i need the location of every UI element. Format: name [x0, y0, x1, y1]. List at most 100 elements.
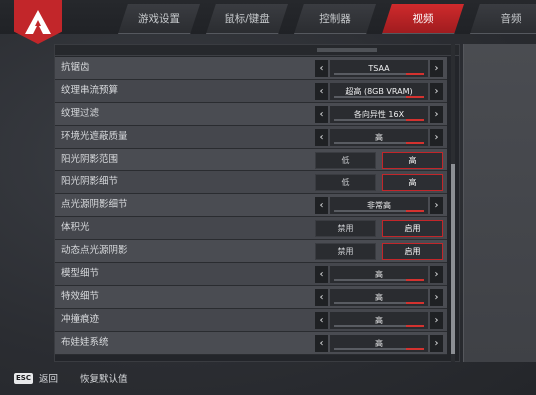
- setting-toggle: 禁用 启用: [315, 243, 443, 261]
- apex-logo-icon: [25, 10, 51, 34]
- setting-selector: ‹ 高 ›: [315, 128, 443, 146]
- setting-row: 动态点光源阴影 禁用 启用: [55, 240, 447, 264]
- tab-audio[interactable]: 音频: [470, 4, 536, 34]
- option-position-indicator: [406, 210, 424, 213]
- tab-mouse-keyboard[interactable]: 鼠标/键盘: [206, 4, 288, 34]
- scrollbar-thumb[interactable]: [451, 164, 455, 354]
- chevron-left-icon[interactable]: ‹: [315, 288, 328, 306]
- footer-bar: ESC 返回 恢复默认值: [14, 370, 128, 386]
- setting-selector: ‹ 非常高 ›: [315, 197, 443, 215]
- setting-selector: ‹ 高 ›: [315, 311, 443, 329]
- chevron-left-icon[interactable]: ‹: [315, 105, 328, 123]
- setting-row: 体积光 禁用 启用: [55, 217, 447, 241]
- setting-label: 点光源阴影细节: [61, 199, 128, 211]
- setting-selector: ‹ 高 ›: [315, 288, 443, 306]
- setting-row: 环境光遮蔽质量 ‹ 高 ›: [55, 125, 447, 149]
- setting-row: 纹理串流预算 ‹ 超高 (8GB VRAM) ›: [55, 79, 447, 103]
- video-settings-panel: 抗锯齿 ‹ TSAA › 纹理串流预算 ‹ 超高 (8GB VRAM) › 纹理过滤 ‹ 各向异性 …: [54, 44, 460, 362]
- chevron-right-icon[interactable]: ›: [430, 311, 443, 329]
- setting-selector: ‹ 超高 (8GB VRAM) ›: [315, 82, 443, 100]
- chevron-left-icon[interactable]: ‹: [315, 311, 328, 329]
- setting-label: 纹理过滤: [61, 107, 100, 119]
- toggle-option[interactable]: 高: [382, 151, 443, 169]
- setting-selector: ‹ 高 ›: [315, 266, 443, 284]
- cut-off-row-indicator: [317, 48, 377, 52]
- toggle-option[interactable]: 低: [315, 174, 376, 192]
- option-position-indicator: [406, 301, 424, 304]
- toggle-option[interactable]: 禁用: [315, 220, 376, 238]
- settings-screen: 游戏设置 鼠标/键盘 控制器 视频 音频 抗锯齿 ‹ TSAA › 纹理串流预算 ‹ 超高 …: [0, 0, 536, 395]
- setting-description-panel: [463, 44, 536, 362]
- reset-defaults-button[interactable]: 恢复默认值: [80, 371, 128, 385]
- chevron-right-icon[interactable]: ›: [430, 288, 443, 306]
- tab-video[interactable]: 视频: [382, 4, 464, 34]
- setting-value: 高: [330, 266, 428, 284]
- chevron-left-icon[interactable]: ‹: [315, 334, 328, 352]
- tab-controller[interactable]: 控制器: [294, 4, 376, 34]
- setting-toggle: 禁用 启用: [315, 220, 443, 238]
- setting-row: 特效细节 ‹ 高 ›: [55, 285, 447, 309]
- setting-label: 模型细节: [61, 268, 100, 280]
- setting-value: 高: [330, 311, 428, 329]
- tab-bar: 游戏设置 鼠标/键盘 控制器 视频 音频: [118, 0, 536, 34]
- setting-label: 特效细节: [61, 290, 100, 302]
- setting-label: 布娃娃系统: [61, 336, 109, 348]
- option-position-indicator: [406, 324, 424, 327]
- setting-label: 冲撞痕迹: [61, 313, 100, 325]
- setting-row: 冲撞痕迹 ‹ 高 ›: [55, 308, 447, 332]
- setting-value: 高: [330, 288, 428, 306]
- setting-toggle: 低高: [315, 174, 443, 192]
- toggle-option[interactable]: 禁用: [315, 243, 376, 261]
- setting-value: 超高 (8GB VRAM): [330, 82, 428, 100]
- setting-row: 纹理过滤 ‹ 各向异性 16X ›: [55, 102, 447, 126]
- setting-selector: ‹ TSAA ›: [315, 60, 443, 77]
- setting-value: 各向异性 16X: [330, 105, 428, 123]
- chevron-left-icon[interactable]: ‹: [315, 128, 328, 146]
- chevron-right-icon[interactable]: ›: [430, 82, 443, 100]
- game-logo: [14, 0, 62, 44]
- toggle-option[interactable]: 低: [315, 151, 376, 169]
- setting-label: 体积光: [61, 222, 90, 234]
- toggle-option[interactable]: 启用: [382, 220, 443, 238]
- setting-toggle: 低高: [315, 151, 443, 169]
- setting-row: 点光源阴影细节 ‹ 非常高 ›: [55, 194, 447, 218]
- toggle-option[interactable]: 启用: [382, 243, 443, 261]
- setting-label: 环境光遮蔽质量: [61, 130, 128, 142]
- tab-game-settings[interactable]: 游戏设置: [118, 4, 200, 34]
- chevron-right-icon[interactable]: ›: [430, 334, 443, 352]
- toggle-option[interactable]: 高: [382, 174, 443, 192]
- settings-list: 抗锯齿 ‹ TSAA › 纹理串流预算 ‹ 超高 (8GB VRAM) › 纹理过滤 ‹ 各向异性 …: [55, 57, 447, 355]
- chevron-right-icon[interactable]: ›: [430, 105, 443, 123]
- setting-label: 阳光阴影范围: [61, 153, 119, 165]
- back-button[interactable]: 返回: [39, 371, 58, 385]
- setting-label: 阳光阴影细节: [61, 176, 119, 188]
- option-position-indicator: [406, 73, 424, 75]
- settings-scrollbar[interactable]: [451, 44, 455, 362]
- setting-row: 阳光阴影细节 低高: [55, 171, 447, 195]
- esc-key-icon[interactable]: ESC: [14, 372, 33, 384]
- chevron-right-icon[interactable]: ›: [430, 266, 443, 284]
- chevron-left-icon[interactable]: ‹: [315, 266, 328, 284]
- chevron-left-icon[interactable]: ‹: [315, 82, 328, 100]
- setting-row: 抗锯齿 ‹ TSAA ›: [55, 57, 447, 80]
- chevron-left-icon[interactable]: ‹: [315, 60, 328, 77]
- setting-row: 模型细节 ‹ 高 ›: [55, 263, 447, 286]
- chevron-left-icon[interactable]: ‹: [315, 197, 328, 215]
- setting-selector: ‹ 各向异性 16X ›: [315, 105, 443, 123]
- chevron-right-icon[interactable]: ›: [430, 60, 443, 77]
- panel-top-strip: [55, 45, 459, 56]
- setting-label: 动态点光源阴影: [61, 245, 128, 257]
- setting-value: 高: [330, 334, 428, 352]
- setting-value: 非常高: [330, 197, 428, 215]
- chevron-right-icon[interactable]: ›: [430, 197, 443, 215]
- setting-row: 阳光阴影范围 低高: [55, 148, 447, 172]
- setting-value-text: TSAA: [368, 64, 390, 73]
- option-position-indicator: [406, 347, 424, 350]
- top-navigation-bar: 游戏设置 鼠标/键盘 控制器 视频 音频: [0, 0, 536, 34]
- option-position-indicator: [406, 118, 424, 121]
- chevron-right-icon[interactable]: ›: [430, 128, 443, 146]
- setting-label: 抗锯齿: [61, 62, 90, 73]
- option-position-indicator: [406, 95, 424, 98]
- setting-value: TSAA: [330, 60, 428, 77]
- setting-selector: ‹ 高 ›: [315, 334, 443, 352]
